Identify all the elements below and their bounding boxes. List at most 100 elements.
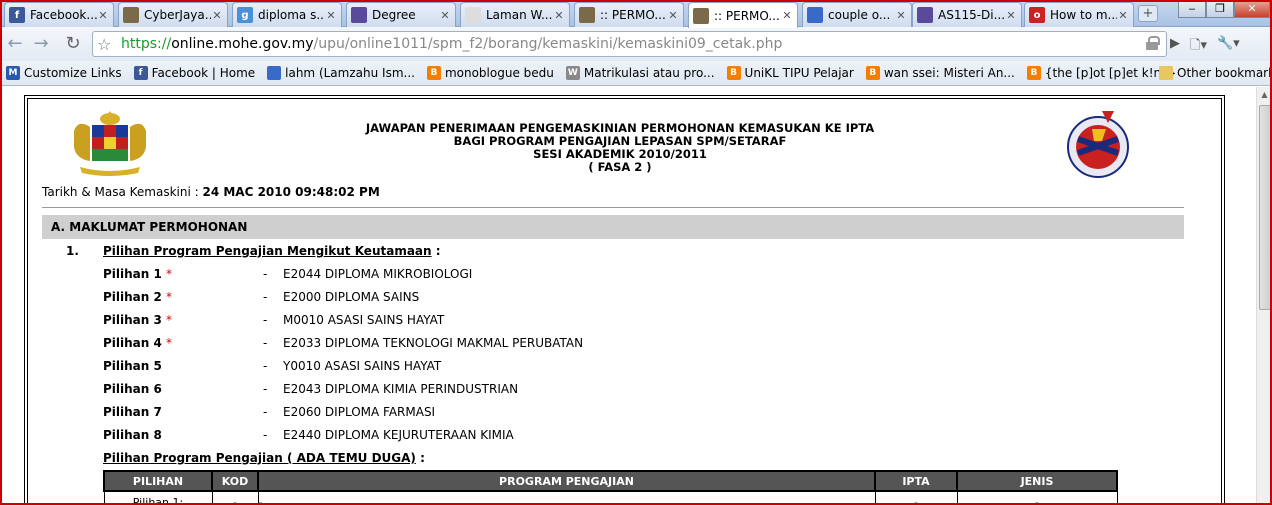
required-asterisk: * [166, 336, 173, 350]
bookmark-item[interactable]: M Customize Links [6, 66, 122, 80]
bookmark-item[interactable]: B UniKL TIPU Pelajar [726, 66, 854, 80]
address-bar[interactable]: ☆ https://online.mohe.gov.my/upu/online1… [92, 31, 1167, 57]
bookmark-item[interactable]: B {the [p]ot [p]et k!ng} [1026, 66, 1176, 80]
bookmark-label: lahm (Lamzahu Ism... [285, 66, 415, 80]
mohe-icon [351, 7, 367, 23]
minimize-button[interactable]: ‒ [1178, 0, 1206, 18]
timestamp-value: 24 MAC 2010 09:48:02 PM [202, 185, 380, 199]
temu-duga-heading-text: Pilihan Program Pengajian ( ADA TEMU DUG… [103, 451, 416, 465]
tab-8[interactable]: AS115-Di... ✕ [912, 2, 1022, 27]
bookmark-item[interactable]: Bmonoblogue bedu [426, 66, 554, 80]
pilihan-row: Pilihan 5 - Y0010 ASASI SAINS HAYAT [103, 359, 441, 377]
page-icon [123, 7, 139, 23]
pilihan-label: Pilihan 3 * [103, 313, 263, 331]
pilihan-label-text: Pilihan 2 [103, 290, 162, 304]
tab-close-icon[interactable]: ✕ [667, 9, 679, 22]
page-menu-icon[interactable]: 🗋▾ [1190, 36, 1207, 58]
people-icon [807, 7, 823, 23]
table-header-cell: PROGRAM PENGAJIAN [257, 470, 876, 492]
lock-icon[interactable] [1146, 36, 1160, 50]
tab-label: Laman W... [486, 8, 553, 22]
tab-1[interactable]: CyberJaya... ✕ [118, 2, 228, 27]
pilihan-value: E2440 DIPLOMA KEJURUTERAAN KIMIA [283, 428, 514, 442]
tab-close-icon[interactable]: ✕ [781, 9, 793, 22]
tab-4[interactable]: Laman W... ✕ [460, 2, 570, 27]
pilihan-label: Pilihan 6 [103, 382, 263, 400]
pilihan-value: M0010 ASASI SAINS HAYAT [283, 313, 445, 327]
update-timestamp: Tarikh & Masa Kemaskini : 24 MAC 2010 09… [42, 185, 380, 199]
vertical-scrollbar[interactable]: ▲ [1256, 87, 1272, 505]
pilihan-label: Pilihan 8 [103, 428, 263, 446]
bookmark-item[interactable]: Bwan ssei: Misteri An... [865, 66, 1015, 80]
pilihan-value: Y0010 ASASI SAINS HAYAT [283, 359, 442, 373]
tab-0[interactable]: f Facebook... ✕ [4, 2, 114, 27]
maximize-button[interactable]: ❐ [1206, 0, 1234, 18]
tab-3[interactable]: Degree ✕ [346, 2, 456, 27]
tab-9[interactable]: o How to m... ✕ [1024, 2, 1134, 27]
scrollbar-thumb[interactable] [1259, 105, 1271, 310]
pilihan-row: Pilihan 6 - E2043 DIPLOMA KIMIA PERINDUST… [103, 382, 518, 400]
bookmark-item[interactable]: W Matrikulasi atau pro... [565, 66, 715, 80]
required-asterisk: * [166, 313, 173, 327]
table-header-cell: JENIS [956, 470, 1118, 492]
scroll-up-arrow-icon[interactable]: ▲ [1257, 87, 1272, 102]
bookmark-label: Customize Links [24, 66, 122, 80]
pilihan-row: Pilihan 3 * - M0010 ASASI SAINS HAYAT [103, 313, 444, 331]
tab-strip: f Facebook... ✕ CyberJaya... ✕ g diploma s... ✕… [0, 0, 1272, 28]
pilihan-row: Pilihan 1 * - E2044 DIPLOMA MIKROBIOLOGI [103, 267, 472, 285]
tab-label: diploma s... [258, 8, 325, 22]
wordpress-icon: W [565, 66, 580, 80]
back-button[interactable]: ← [4, 33, 26, 55]
pilihan-row: Pilihan 2 * - E2000 DIPLOMA SAINS [103, 290, 419, 308]
tab-close-icon[interactable]: ✕ [211, 9, 223, 22]
table-cell: Pilihan 1: [103, 490, 213, 505]
pilihan-dash: - [263, 290, 268, 304]
bookmark-star-icon[interactable]: ☆ [97, 35, 121, 54]
tab-label: CyberJaya... [144, 8, 211, 22]
url-text[interactable]: https://online.mohe.gov.my/upu/online101… [121, 36, 782, 52]
table-cell: - [956, 490, 1118, 505]
tab-close-icon[interactable]: ✕ [97, 9, 109, 22]
pilihan-label-text: Pilihan 7 [103, 405, 162, 419]
pilihan-label: Pilihan 4 * [103, 336, 263, 354]
url-host: online.mohe.gov.my [171, 36, 314, 52]
tab-close-icon[interactable]: ✕ [895, 9, 907, 22]
table-cell: - [874, 490, 958, 505]
tab-label: :: PERMO... [600, 8, 666, 22]
pilihan-value: E2044 DIPLOMA MIKROBIOLOGI [283, 267, 473, 281]
bookmark-item[interactable]: f Facebook | Home [133, 66, 256, 80]
bookmark-item[interactable]: lahm (Lamzahu Ism... [267, 66, 415, 80]
pilihan-dash: - [263, 428, 268, 442]
tab-close-icon[interactable]: ✕ [1005, 9, 1017, 22]
section-a-heading: A. MAKLUMAT PERMOHONAN [42, 215, 1184, 239]
tab-5[interactable]: :: PERMO... ✕ [574, 2, 684, 27]
folder-icon [1159, 66, 1173, 80]
other-bookmarks-label: Other bookmarks [1177, 66, 1272, 80]
tab-6[interactable]: :: PERMO... ✕ [688, 2, 798, 28]
bookmark-label: Matrikulasi atau pro... [583, 66, 715, 80]
reload-button[interactable]: ↻ [62, 33, 84, 55]
page-icon [579, 7, 595, 23]
tab-2[interactable]: g diploma s... ✕ [232, 2, 342, 27]
window-close-button[interactable]: ✕ [1234, 0, 1270, 18]
tab-close-icon[interactable]: ✕ [325, 9, 337, 22]
divider [42, 207, 1184, 208]
pilihan-dash: - [263, 336, 268, 350]
pilihan-dash: - [263, 359, 268, 373]
document-header: JAWAPAN PENERIMAAN PENGEMASKINIAN PERMOH… [330, 122, 910, 174]
other-bookmarks[interactable]: Other bookmarks [1159, 66, 1272, 80]
new-tab-button[interactable]: + [1138, 5, 1158, 22]
bookmark-label: monoblogue bedu [444, 66, 554, 80]
tab-close-icon[interactable]: ✕ [1117, 9, 1129, 22]
m-icon: M [6, 66, 20, 80]
wrench-icon[interactable]: 🔧▾ [1217, 36, 1240, 58]
tab-7[interactable]: couple o... ✕ [802, 2, 912, 27]
bookmark-label: Facebook | Home [151, 66, 256, 80]
required-asterisk: * [166, 267, 173, 281]
forward-button[interactable]: → [30, 33, 52, 55]
pilihan-value: E2033 DIPLOMA TEKNOLOGI MAKMAL PERUBATAN [283, 336, 584, 350]
table-header-cell: PILIHAN [103, 470, 213, 492]
play-icon[interactable]: ▶ [1170, 36, 1180, 58]
tab-close-icon[interactable]: ✕ [439, 9, 451, 22]
tab-close-icon[interactable]: ✕ [553, 9, 565, 22]
